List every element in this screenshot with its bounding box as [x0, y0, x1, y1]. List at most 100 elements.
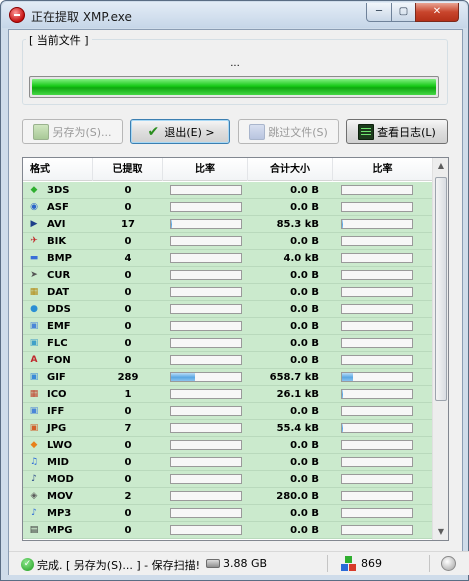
header-format[interactable]: 格式 [23, 158, 93, 181]
total-size: 0.0 B [290, 201, 319, 213]
size-ratio-bar [341, 440, 413, 450]
mov-file-icon: ◈ [30, 491, 38, 501]
table-row[interactable]: ♪ MOD 0 0.0 B [23, 471, 433, 488]
total-size: 0.0 B [290, 235, 319, 247]
total-size: 0.0 B [290, 439, 319, 451]
table-row[interactable]: ▦ ICO 1 26.1 kB [23, 386, 433, 403]
vertical-scrollbar[interactable]: ▲ ▼ [432, 158, 448, 540]
scrollbar-thumb[interactable] [435, 177, 447, 401]
extracted-count: 0 [124, 235, 132, 247]
extracted-count: 0 [124, 439, 132, 451]
file-type-list[interactable]: 格式 已提取 比率 合计大小 比率 ◆ 3DS 0 0.0 B ◉ ASF 0 0.0 B ▶ A… [22, 157, 449, 541]
count-ratio-bar [169, 389, 242, 399]
ratio-cell [163, 508, 248, 518]
table-row[interactable]: ♪ MP3 0 0.0 B [23, 505, 433, 522]
scroll-up-arrow-icon[interactable]: ▲ [433, 158, 448, 174]
count-ratio-bar [169, 219, 242, 229]
size-ratio-cell [333, 287, 433, 297]
format-name: FLC [47, 337, 68, 349]
table-row[interactable]: ▣ FLC 0 0.0 B [23, 335, 433, 352]
table-row[interactable]: ◈ MOV 2 280.0 B [23, 488, 433, 505]
header-total-size[interactable]: 合计大小 [248, 158, 333, 181]
total-size: 0.0 B [290, 354, 319, 366]
table-row[interactable]: ▤ MPG 0 0.0 B [23, 522, 433, 539]
ratio-cell [163, 355, 248, 365]
count-ratio-bar [169, 185, 242, 195]
close-button[interactable]: ✕ [415, 3, 459, 22]
ratio-cell [163, 219, 248, 229]
header-ratio[interactable]: 比率 [163, 158, 248, 181]
format-name: BMP [47, 252, 72, 264]
table-row[interactable]: ➤ CUR 0 0.0 B [23, 267, 433, 284]
size-ratio-cell [333, 202, 433, 212]
table-row[interactable]: ● DDS 0 0.0 B [23, 301, 433, 318]
table-row[interactable]: ♫ MID 0 0.0 B [23, 454, 433, 471]
table-row[interactable]: ▣ GIF 289 658.7 kB [23, 369, 433, 386]
format-name: DDS [47, 303, 71, 315]
ratio-cell [163, 338, 248, 348]
skip-file-button[interactable]: 跳过文件(S) [238, 119, 339, 144]
extracted-count: 0 [124, 354, 132, 366]
title-bar[interactable]: 正在提取 XMP.exe ─ ▢ ✕ [2, 2, 467, 28]
count-ratio-bar [169, 270, 242, 280]
log-icon [358, 123, 375, 140]
midi-file-icon: ♫ [29, 457, 39, 467]
extracted-count: 1 [124, 388, 132, 400]
ratio-cell [163, 372, 248, 382]
format-cell: ✈ BIK [23, 234, 93, 248]
format-cell: ● DDS [23, 302, 93, 316]
extracted-count: 0 [124, 269, 132, 281]
scroll-down-arrow-icon[interactable]: ▼ [433, 524, 448, 540]
count-ratio-bar [169, 338, 242, 348]
table-row[interactable]: A FON 0 0.0 B [23, 352, 433, 369]
client-area: [ 当前文件 ] ... 另存为(S)... ✔ 退出(E) > 跳过文件(S)… [8, 29, 469, 575]
format-name: MOV [47, 490, 73, 502]
minimize-button[interactable]: ─ [366, 3, 392, 22]
maximize-button[interactable]: ▢ [391, 3, 416, 22]
extracted-count: 0 [124, 456, 132, 468]
size-ratio-cell [333, 219, 433, 229]
status-message: 完成. [ 另存为(S)... ] - 保存扫描! [37, 559, 200, 572]
table-row[interactable]: ▶ AVI 17 85.3 kB [23, 216, 433, 233]
table-row[interactable]: ▣ EMF 0 0.0 B [23, 318, 433, 335]
size-ratio-bar [341, 202, 413, 212]
total-size: 0.0 B [290, 524, 319, 536]
format-cell: ▬ BMP [23, 251, 93, 265]
dat-file-icon: ▦ [29, 287, 39, 297]
size-ratio-bar [341, 389, 413, 399]
header-extracted[interactable]: 已提取 [93, 158, 163, 181]
table-row[interactable]: ▣ IFF 0 0.0 B [23, 403, 433, 420]
count-ratio-bar [169, 457, 242, 467]
header-size-ratio[interactable]: 比率 [333, 158, 433, 181]
table-row[interactable]: ◉ ASF 0 0.0 B [23, 199, 433, 216]
size-ratio-cell [333, 491, 433, 501]
table-row[interactable]: ◆ LWO 0 0.0 B [23, 437, 433, 454]
ratio-cell [163, 185, 248, 195]
table-row[interactable]: ▦ DAT 0 0.0 B [23, 284, 433, 301]
total-size: 85.3 kB [276, 218, 319, 230]
table-row[interactable]: ✈ BIK 0 0.0 B [23, 233, 433, 250]
size-ratio-fill [342, 220, 344, 228]
extracted-count: 289 [117, 371, 139, 383]
jpg-file-icon: ▣ [29, 423, 39, 433]
extracted-count: 4 [124, 252, 132, 264]
ratio-cell [163, 423, 248, 433]
size-ratio-bar [341, 508, 413, 518]
size-ratio-cell [333, 321, 433, 331]
current-file-group-label: [ 当前文件 ] [26, 32, 92, 48]
table-row[interactable]: ◆ 3DS 0 0.0 B [23, 182, 433, 199]
table-row[interactable]: ▣ JPG 7 55.4 kB [23, 420, 433, 437]
table-row[interactable]: ▬ BMP 4 4.0 kB [23, 250, 433, 267]
cursor-file-icon: ➤ [30, 270, 38, 280]
format-cell: ▣ IFF [23, 404, 93, 418]
format-name: DAT [47, 286, 70, 298]
exit-button[interactable]: ✔ 退出(E) > [130, 119, 230, 144]
flc-file-icon: ▣ [29, 338, 39, 348]
save-as-button[interactable]: 另存为(S)... [22, 119, 123, 144]
view-log-button[interactable]: 查看日志(L) [346, 119, 448, 144]
mp3-file-icon: ♪ [31, 508, 37, 518]
total-size: 0.0 B [290, 320, 319, 332]
format-name: GIF [47, 371, 66, 383]
format-name: AVI [47, 218, 66, 230]
format-cell: ◆ LWO [23, 438, 93, 452]
